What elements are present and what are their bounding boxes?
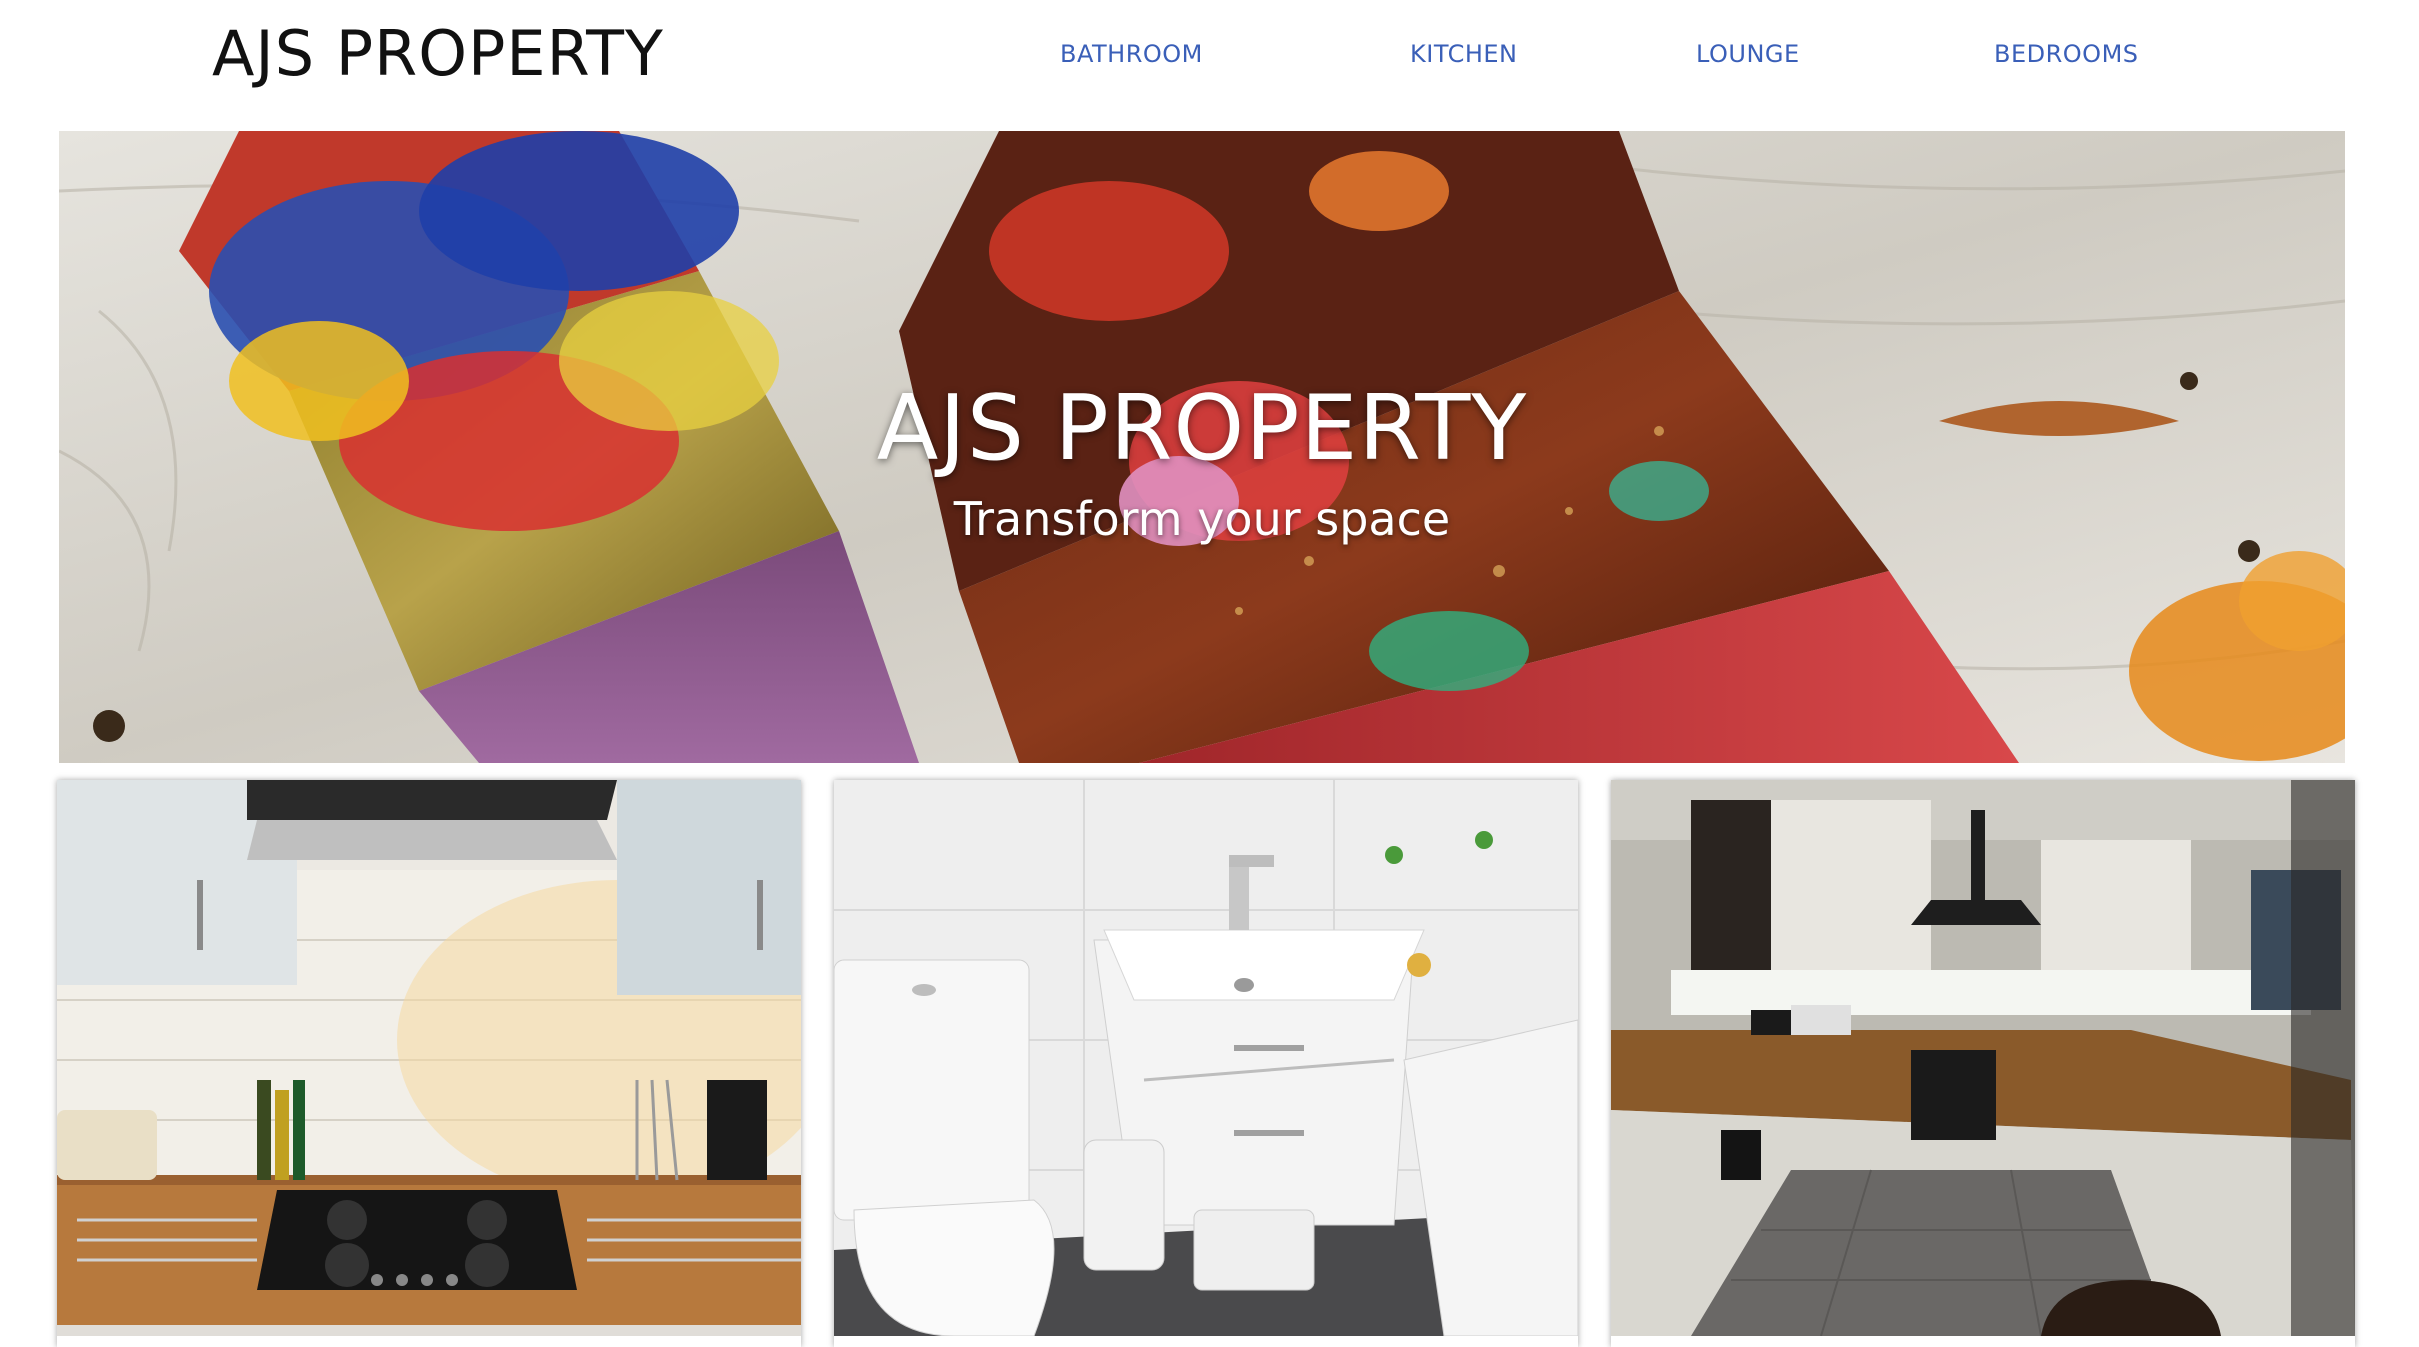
hero-subtitle: Transform your space bbox=[953, 492, 1451, 546]
kitchen-night-photo bbox=[1611, 780, 2355, 1336]
bathroom-sink-photo bbox=[834, 780, 1578, 1336]
kitchen-hob-photo bbox=[57, 780, 801, 1336]
main-nav: BATHROOM KITCHEN LOUNGE BEDROOMS bbox=[1060, 36, 2220, 72]
page: AJS PROPERTY BATHROOM KITCHEN LOUNGE BED… bbox=[0, 0, 2419, 1347]
nav-link-lounge[interactable]: LOUNGE bbox=[1696, 36, 1800, 72]
nav-link-bathroom[interactable]: BATHROOM bbox=[1060, 36, 1203, 72]
hero-title: AJS PROPERTY bbox=[876, 376, 1528, 481]
gallery-grid bbox=[0, 780, 2419, 1347]
hero-banner: AJS PROPERTY Transform your space bbox=[59, 131, 2345, 763]
gallery-card-kitchen-night[interactable] bbox=[1611, 780, 2355, 1347]
gallery-card-kitchen-hob[interactable] bbox=[57, 780, 801, 1347]
nav-link-bedrooms[interactable]: BEDROOMS bbox=[1994, 36, 2139, 72]
site-logo[interactable]: AJS PROPERTY bbox=[212, 14, 664, 94]
nav-link-kitchen[interactable]: KITCHEN bbox=[1410, 36, 1518, 72]
site-header: AJS PROPERTY BATHROOM KITCHEN LOUNGE BED… bbox=[0, 0, 2419, 130]
gallery-card-bathroom[interactable] bbox=[834, 780, 1578, 1347]
